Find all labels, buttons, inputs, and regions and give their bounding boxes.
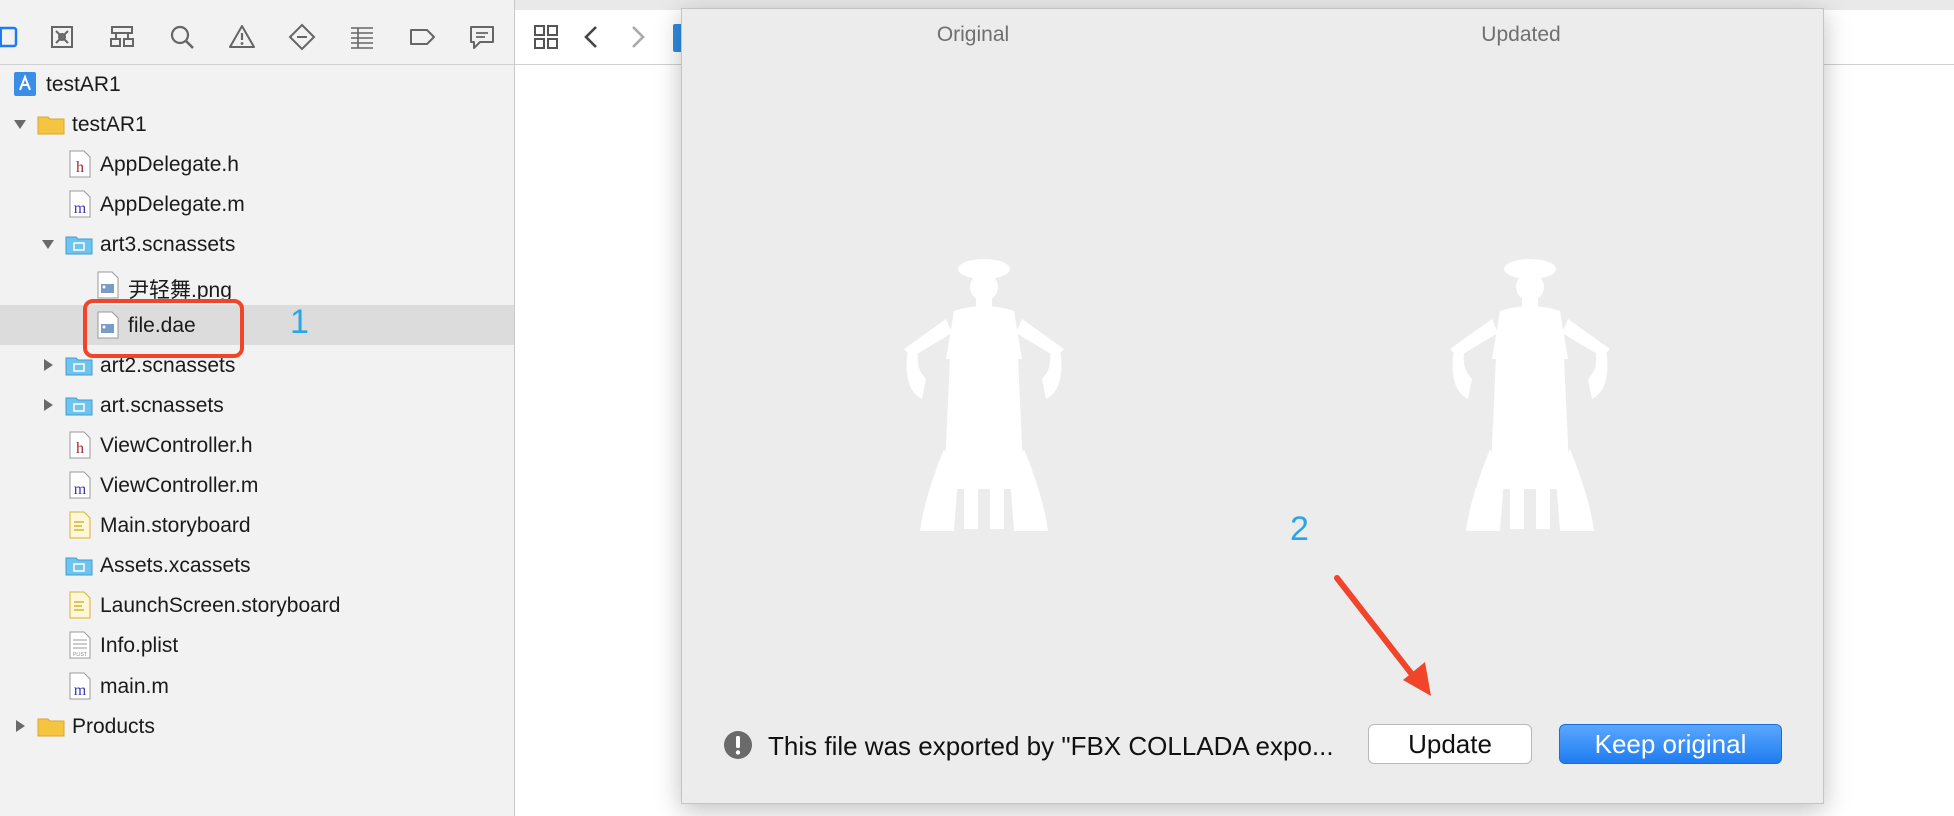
- original-model-preview: [894, 249, 1074, 539]
- disclosure-expanded-icon[interactable]: [12, 116, 28, 132]
- step-1-label: 1: [290, 303, 309, 341]
- update-button[interactable]: Update: [1368, 724, 1532, 764]
- warning-icon: [723, 730, 753, 760]
- tree-row[interactable]: Main.storyboard: [0, 505, 514, 545]
- tree-row-label: ViewController.h: [100, 433, 253, 457]
- project-navigator: testAR1 testAR1 h AppDelegate.h m AppDelegate…: [0, 0, 515, 816]
- svg-text:m: m: [74, 682, 87, 699]
- tree-row-label: LaunchScreen.storyboard: [100, 594, 341, 618]
- disclosure-collapsed-icon[interactable]: [40, 357, 56, 373]
- tree-row-label: Products: [72, 714, 155, 738]
- tree-row[interactable]: Assets.xcassets: [0, 545, 514, 585]
- related-items-icon[interactable]: [528, 20, 564, 54]
- storyboard-file-icon: [64, 510, 94, 540]
- disclosure-collapsed-icon[interactable]: [12, 718, 28, 734]
- tree-row[interactable]: art2.scnassets: [0, 345, 514, 385]
- tree-row[interactable]: m ViewController.m: [0, 465, 514, 505]
- storyboard-file-icon: [64, 590, 94, 620]
- warning-message: This file was exported by "FBX COLLADA e…: [768, 731, 1334, 761]
- source-file-icon: m: [64, 470, 94, 500]
- back-arrow-icon[interactable]: [574, 20, 610, 54]
- tree-row[interactable]: m main.m: [0, 666, 514, 706]
- svg-text:m: m: [74, 200, 87, 217]
- header-file-icon: h: [64, 430, 94, 460]
- tree-row-label: testAR1: [72, 113, 147, 137]
- tree-row[interactable]: Products: [0, 706, 514, 746]
- source-file-icon: m: [64, 189, 94, 219]
- update-file-dialog: Original Updated This file was exported …: [681, 8, 1824, 804]
- source-control-icon[interactable]: [42, 19, 82, 55]
- tree-row-label: testAR1: [46, 73, 121, 96]
- test-icon[interactable]: [282, 19, 322, 55]
- tree-row[interactable]: 尹轻舞.png: [0, 265, 514, 305]
- keep-original-button[interactable]: Keep original: [1559, 724, 1782, 764]
- folder-file-icon: [36, 711, 66, 741]
- report-icon[interactable]: [462, 19, 502, 55]
- svg-text:h: h: [76, 159, 84, 176]
- breakpoint-icon[interactable]: [402, 19, 442, 55]
- tree-row[interactable]: h AppDelegate.h: [0, 144, 514, 184]
- updated-model-preview: [1440, 249, 1620, 539]
- symbol-navigator-icon[interactable]: [102, 19, 142, 55]
- issue-icon[interactable]: [222, 19, 262, 55]
- tree-row[interactable]: art3.scnassets: [0, 224, 514, 264]
- image-file-icon: [92, 270, 122, 300]
- tree-row[interactable]: LaunchScreen.storyboard: [0, 585, 514, 625]
- folder-file-icon: [36, 109, 66, 139]
- navigator-toolbar: [0, 10, 514, 65]
- find-icon[interactable]: [162, 19, 202, 55]
- tree-row-label: main.m: [100, 674, 169, 698]
- disclosure-collapsed-icon[interactable]: [40, 397, 56, 413]
- debug-icon[interactable]: [342, 19, 382, 55]
- forward-arrow-icon[interactable]: [619, 20, 655, 54]
- tree-row-label: Info.plist: [100, 634, 179, 658]
- tree-row-label: Assets.xcassets: [100, 554, 251, 578]
- asset-folder-file-icon: [64, 390, 94, 420]
- tree-row[interactable]: file.dae: [0, 304, 514, 345]
- tree-row-label: art3.scnassets: [100, 233, 236, 257]
- tree-row-label: Main.storyboard: [100, 514, 251, 538]
- svg-text:PLIST: PLIST: [73, 652, 87, 658]
- tree-row[interactable]: testAR1: [0, 104, 514, 144]
- tree-row-label: art.scnassets: [100, 393, 224, 417]
- header-file-icon: h: [64, 149, 94, 179]
- svg-text:h: h: [76, 440, 84, 457]
- disclosure-expanded-icon[interactable]: [40, 236, 56, 252]
- original-column-title: Original: [936, 23, 1010, 46]
- asset-folder-file-icon: [64, 550, 94, 580]
- tree-row-label: AppDelegate.h: [100, 153, 239, 177]
- tree-row[interactable]: PLIST Info.plist: [0, 625, 514, 665]
- project-navigator-icon[interactable]: [0, 19, 26, 55]
- plist-file-icon: PLIST: [64, 630, 94, 660]
- tree-row[interactable]: m AppDelegate.m: [0, 184, 514, 224]
- tree-row[interactable]: art.scnassets: [0, 385, 514, 425]
- annotation-arrow: [1334, 575, 1431, 696]
- tree-row[interactable]: h ViewController.h: [0, 425, 514, 465]
- source-file-icon: m: [64, 671, 94, 701]
- updated-column-title: Updated: [1481, 23, 1561, 46]
- tree-row-label: AppDelegate.m: [100, 193, 245, 217]
- tree-row[interactable]: testAR1: [0, 64, 514, 104]
- svg-text:m: m: [74, 481, 87, 498]
- asset-folder-file-icon: [64, 229, 94, 259]
- highlight-box: [83, 299, 244, 358]
- tree-row-label: ViewController.m: [100, 474, 259, 497]
- step-2-label: 2: [1290, 510, 1309, 548]
- project-file-icon: [10, 69, 40, 99]
